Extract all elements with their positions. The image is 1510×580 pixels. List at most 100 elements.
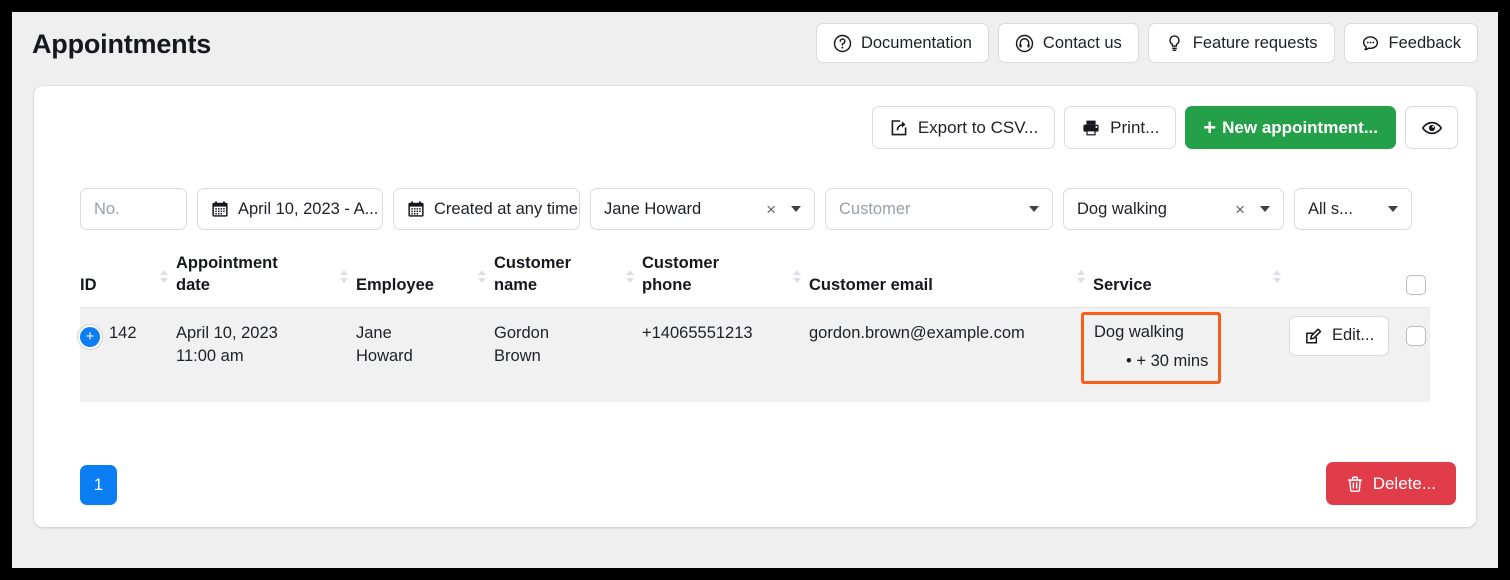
headset-icon — [1015, 34, 1034, 53]
print-button[interactable]: Print... — [1064, 106, 1177, 149]
table-row[interactable]: +142 April 10, 2023 11:00 am Jane Howard… — [80, 308, 1430, 402]
cell-appointment-date: April 10, 2023 11:00 am — [176, 322, 356, 368]
sort-toggle-customer-email[interactable] — [1077, 270, 1093, 297]
customer-filter[interactable]: Customer — [825, 188, 1053, 230]
cell-actions: Edit... — [1289, 316, 1402, 356]
page-title: Appointments — [32, 29, 212, 59]
app-window: Appointments Documentation Contact us Fe… — [12, 12, 1498, 568]
column-header-select-all — [1402, 275, 1430, 307]
appointment-time-value: 11:00 am — [176, 347, 244, 366]
appointment-date-value: April 10, 2023 — [176, 324, 278, 342]
sort-toggle-customer-name[interactable] — [626, 270, 642, 297]
cell-employee: Jane Howard — [356, 322, 494, 368]
column-label: Service — [1093, 276, 1152, 295]
appointments-table: ID Appointment date Employee Customer na… — [80, 244, 1430, 402]
sort-toggle-id[interactable] — [160, 270, 176, 297]
employee-filter-value: Jane Howard — [604, 199, 702, 218]
cell-customer-phone: +14065551213 — [642, 324, 753, 342]
feature-requests-button[interactable]: Feature requests — [1147, 23, 1335, 63]
new-appointment-button[interactable]: + New appointment... — [1185, 106, 1396, 149]
column-label: Appointment date — [176, 254, 278, 295]
trash-icon — [1346, 475, 1364, 493]
filter-bar: No. April 10, 2023 - A... Created at any… — [80, 188, 1412, 230]
chevron-down-icon[interactable] — [791, 206, 801, 212]
expand-row-icon[interactable]: + — [80, 326, 100, 347]
calendar-icon — [211, 200, 229, 218]
employee-first-name: Jane — [356, 324, 392, 342]
column-label: ID — [80, 276, 97, 295]
customer-first-name: Gordon — [494, 324, 550, 342]
column-label: Customer name — [494, 254, 572, 295]
column-header-customer-email[interactable]: Customer email — [809, 270, 1093, 307]
date-range-filter[interactable]: April 10, 2023 - A... — [197, 188, 383, 230]
feature-requests-label: Feature requests — [1192, 33, 1318, 52]
status-filter[interactable]: All s... — [1294, 188, 1412, 230]
number-filter-input[interactable]: No. — [80, 188, 187, 230]
column-label: Customer email — [809, 276, 933, 295]
card-toolbar: Export to CSV... Print... + New appointm… — [871, 106, 1458, 149]
pagination-page-1[interactable]: 1 — [80, 465, 117, 505]
column-label: Employee — [356, 276, 434, 295]
created-at-value: Created at any time — [434, 199, 578, 218]
lightbulb-icon — [1165, 34, 1184, 53]
export-icon — [889, 118, 909, 138]
date-range-value: April 10, 2023 - A... — [238, 199, 379, 218]
table-header-row: ID Appointment date Employee Customer na… — [80, 244, 1430, 308]
column-header-id[interactable]: ID — [80, 270, 176, 307]
row-select-checkbox[interactable] — [1406, 326, 1426, 346]
column-header-customer-phone[interactable]: Customer phone — [642, 253, 809, 307]
column-header-appointment-date[interactable]: Appointment date — [176, 253, 356, 307]
service-extra: • + 30 mins — [1126, 352, 1209, 371]
print-label: Print... — [1110, 117, 1160, 137]
cell-customer-email: gordon.brown@example.com — [809, 324, 1025, 342]
contact-us-button[interactable]: Contact us — [997, 23, 1139, 63]
header-actions: Documentation Contact us Feature request… — [815, 23, 1478, 63]
number-filter-placeholder: No. — [94, 199, 120, 218]
cell-customer-name: Gordon Brown — [494, 322, 642, 368]
calendar-icon — [407, 200, 425, 218]
created-at-filter[interactable]: Created at any time — [393, 188, 580, 230]
employee-last-name: Howard — [356, 347, 413, 366]
service-filter[interactable]: Dog walking × — [1063, 188, 1284, 230]
chevron-down-icon[interactable] — [1029, 206, 1039, 212]
status-filter-value: All s... — [1308, 199, 1353, 218]
chevron-down-icon[interactable] — [1388, 206, 1398, 212]
service-filter-value: Dog walking — [1077, 199, 1167, 218]
column-header-employee[interactable]: Employee — [356, 270, 494, 307]
documentation-button[interactable]: Documentation — [815, 23, 989, 63]
feedback-button[interactable]: Feedback — [1343, 23, 1478, 63]
cell-id: +142 — [80, 322, 176, 347]
chevron-down-icon[interactable] — [1260, 206, 1270, 212]
comment-icon — [1361, 34, 1380, 53]
sort-toggle-service[interactable] — [1273, 270, 1289, 297]
delete-button[interactable]: Delete... — [1325, 462, 1456, 505]
column-header-service[interactable]: Service — [1093, 270, 1289, 307]
cell-select — [1402, 322, 1430, 346]
row-id-value: 142 — [109, 324, 137, 342]
preview-button[interactable] — [1405, 106, 1458, 149]
eye-icon — [1421, 117, 1443, 139]
export-to-csv-button[interactable]: Export to CSV... — [871, 106, 1056, 149]
column-label: Customer phone — [642, 254, 720, 295]
documentation-label: Documentation — [860, 33, 972, 52]
question-circle-icon — [833, 34, 852, 53]
edit-icon — [1304, 327, 1323, 346]
printer-icon — [1081, 118, 1101, 138]
service-name: Dog walking — [1094, 323, 1184, 341]
clear-service-icon[interactable]: × — [1229, 201, 1245, 218]
sort-toggle-appointment-date[interactable] — [340, 270, 356, 297]
select-all-checkbox[interactable] — [1406, 275, 1426, 295]
plus-icon: + — [1203, 114, 1217, 140]
customer-last-name: Brown — [494, 347, 541, 366]
column-header-customer-name[interactable]: Customer name — [494, 253, 642, 307]
new-appointment-label: New appointment... — [1222, 117, 1378, 137]
sort-toggle-customer-phone[interactable] — [793, 270, 809, 297]
edit-button[interactable]: Edit... — [1289, 316, 1390, 356]
employee-filter[interactable]: Jane Howard × — [590, 188, 815, 230]
export-label: Export to CSV... — [917, 117, 1039, 137]
contact-us-label: Contact us — [1042, 33, 1122, 52]
service-highlight-box: Dog walking • + 30 mins — [1081, 312, 1222, 385]
clear-employee-icon[interactable]: × — [760, 201, 776, 218]
appointments-card: Export to CSV... Print... + New appointm… — [34, 86, 1476, 527]
sort-toggle-employee[interactable] — [478, 270, 494, 297]
